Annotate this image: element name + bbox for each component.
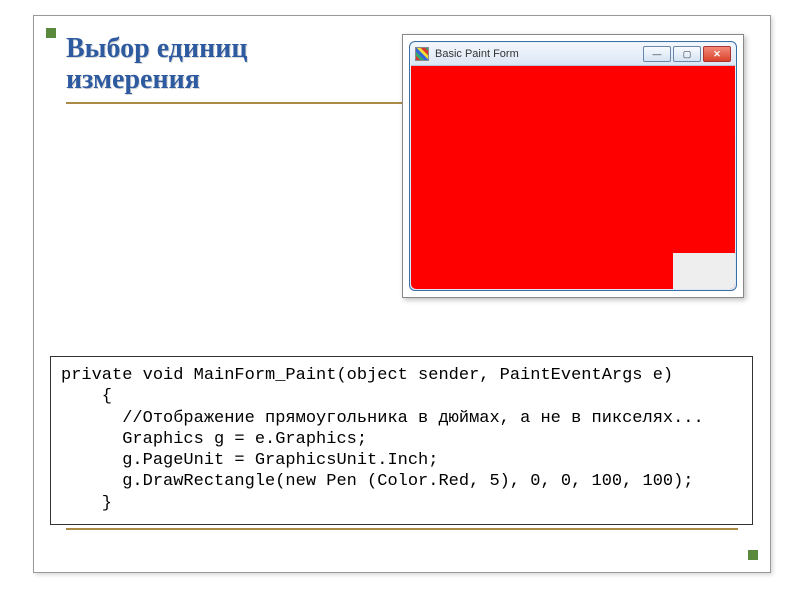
code-line-1: private void MainForm_Paint(object sende… xyxy=(61,366,673,385)
close-button[interactable]: ✕ xyxy=(703,46,731,62)
slide-title: Выбор единиц измерения xyxy=(66,34,406,104)
window-titlebar: Basic Paint Form — ▢ ✕ xyxy=(411,43,735,65)
corner-decor-top-left xyxy=(46,28,56,38)
bottom-rule xyxy=(66,528,738,530)
code-line-5: g.PageUnit = GraphicsUnit.Inch; xyxy=(61,451,438,470)
code-line-7: } xyxy=(61,494,112,513)
window-buttons: — ▢ ✕ xyxy=(643,46,731,62)
window-title: Basic Paint Form xyxy=(435,48,643,60)
maximize-button[interactable]: ▢ xyxy=(673,46,701,62)
close-icon: ✕ xyxy=(713,49,721,60)
code-line-3: //Отображение прямоугольника в дюймах, а… xyxy=(61,409,704,428)
client-corner-gap xyxy=(673,253,735,289)
app-window: Basic Paint Form — ▢ ✕ xyxy=(409,41,737,291)
code-line-6: g.DrawRectangle(new Pen (Color.Red, 5), … xyxy=(61,472,694,491)
title-rule xyxy=(66,102,406,104)
minimize-button[interactable]: — xyxy=(643,46,671,62)
corner-decor-bottom-right xyxy=(748,550,758,560)
slide-title-line2: измерения xyxy=(66,64,200,95)
code-listing: private void MainForm_Paint(object sende… xyxy=(50,356,753,525)
window-client-area xyxy=(411,65,735,289)
app-icon xyxy=(415,47,429,61)
slide-title-line1: Выбор единиц xyxy=(66,33,248,64)
slide-frame: Выбор единиц измерения Basic Paint Form … xyxy=(33,15,771,573)
code-line-4: Graphics g = e.Graphics; xyxy=(61,430,367,449)
minimize-icon: — xyxy=(653,49,662,59)
code-line-2: { xyxy=(61,387,112,406)
screenshot-window-frame: Basic Paint Form — ▢ ✕ xyxy=(402,34,744,298)
maximize-icon: ▢ xyxy=(683,49,692,60)
